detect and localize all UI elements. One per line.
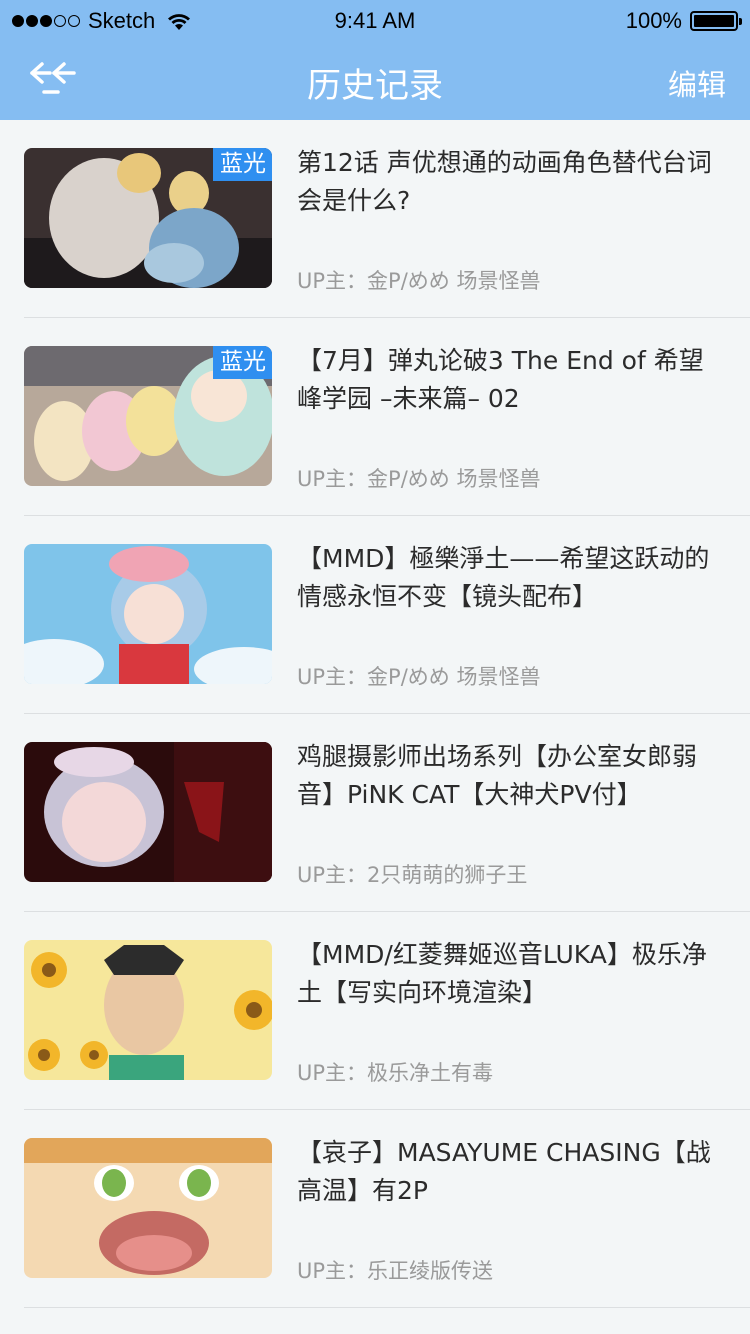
- list-item[interactable]: 【MMD/红菱舞姬巡音LUKA】极乐净土【写实向环境渲染】 UP主：极乐净土有毒: [0, 912, 750, 1110]
- battery-percent: 100%: [625, 8, 682, 33]
- thumbnail-image: [24, 742, 272, 882]
- video-thumbnail[interactable]: 蓝光: [24, 148, 272, 288]
- video-title[interactable]: 第12话 声优想通的动画角色替代台词会是什么?: [297, 144, 727, 220]
- thumbnail-image: [24, 1138, 272, 1278]
- video-thumbnail[interactable]: [24, 544, 272, 684]
- nav-bar: 历史记录 编辑: [0, 40, 750, 120]
- history-list: 蓝光 第12话 声优想通的动画角色替代台词会是什么? UP主：金P/めめ 场景怪…: [0, 120, 750, 1308]
- video-title[interactable]: 【7月】弹丸论破3 The End of 希望峰学园 –未来篇– 02: [297, 342, 727, 418]
- video-thumbnail[interactable]: [24, 1138, 272, 1278]
- bluray-badge: 蓝光: [213, 148, 272, 181]
- uploader-label: UP主：金P/めめ 场景怪兽: [297, 269, 541, 293]
- uploader-label: UP主：金P/めめ 场景怪兽: [297, 665, 541, 689]
- list-item[interactable]: 蓝光 第12话 声优想通的动画角色替代台词会是什么? UP主：金P/めめ 场景怪…: [0, 120, 750, 318]
- edit-button[interactable]: 编辑: [668, 62, 726, 104]
- video-thumbnail[interactable]: [24, 940, 272, 1080]
- thumbnail-image: [24, 544, 272, 684]
- uploader-label: UP主：乐正绫版传送: [297, 1259, 494, 1283]
- video-title[interactable]: 鸡腿摄影师出场系列【办公室女郎弱音】PiNK CAT【大神犬PV付】: [297, 738, 727, 814]
- list-item[interactable]: 【MMD】極樂淨土——希望这跃动的情感永恒不变【镜头配布】 UP主：金P/めめ …: [0, 516, 750, 714]
- video-title[interactable]: 【MMD】極樂淨土——希望这跃动的情感永恒不变【镜头配布】: [297, 540, 727, 616]
- thumbnail-image: [24, 940, 272, 1080]
- video-thumbnail[interactable]: [24, 742, 272, 882]
- page-title: 历史记录: [307, 66, 443, 106]
- header: Sketch 9:41 AM 100% 历史记录 编辑: [0, 0, 750, 120]
- status-bar: Sketch 9:41 AM 100%: [0, 0, 750, 40]
- list-item[interactable]: 蓝光 【7月】弹丸论破3 The End of 希望峰学园 –未来篇– 02 U…: [0, 318, 750, 516]
- uploader-label: UP主：金P/めめ 场景怪兽: [297, 467, 541, 491]
- bluray-badge: 蓝光: [213, 346, 272, 379]
- uploader-label: UP主：2只萌萌的狮子王: [297, 863, 528, 887]
- video-title[interactable]: 【MMD/红菱舞姬巡音LUKA】极乐净土【写实向环境渲染】: [297, 936, 727, 1012]
- video-title[interactable]: 【哀子】MASAYUME CHASING【战高温】有2P: [297, 1134, 727, 1210]
- list-item[interactable]: 鸡腿摄影师出场系列【办公室女郎弱音】PiNK CAT【大神犬PV付】 UP主：2…: [0, 714, 750, 912]
- list-item[interactable]: 【哀子】MASAYUME CHASING【战高温】有2P UP主：乐正绫版传送: [0, 1110, 750, 1308]
- video-thumbnail[interactable]: 蓝光: [24, 346, 272, 486]
- uploader-label: UP主：极乐净土有毒: [297, 1061, 494, 1085]
- battery-icon: [690, 11, 742, 31]
